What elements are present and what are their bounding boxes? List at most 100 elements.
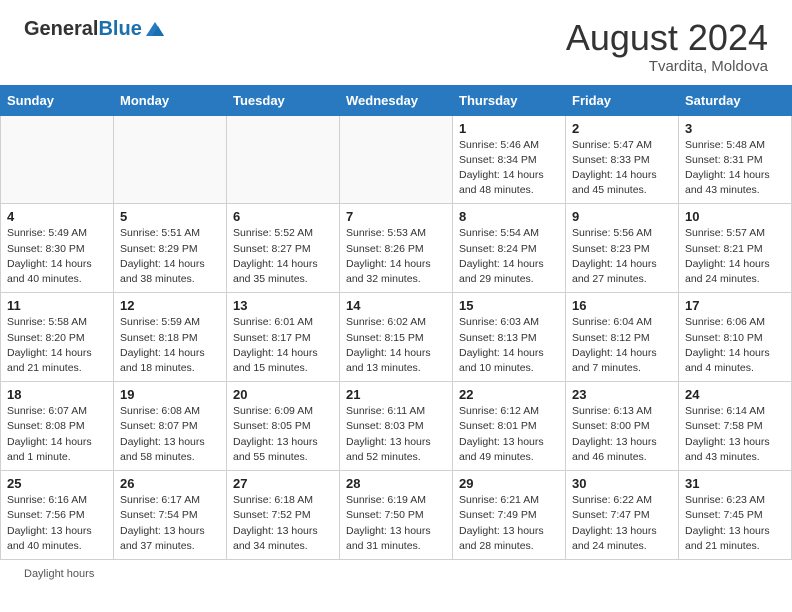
calendar-cell: 6 Sunrise: 5:52 AM Sunset: 8:27 PM Daylig… xyxy=(227,204,340,293)
calendar-cell: 18 Sunrise: 6:07 AM Sunset: 8:08 PM Dayli… xyxy=(1,382,114,471)
calendar-cell: 11Sunrise: 5:58 AM Sunset: 8:20 PM Dayli… xyxy=(1,293,114,382)
day-info: Sunrise: 6:07 AM Sunset: 8:08 PM Dayligh… xyxy=(7,404,107,465)
logo-blue-text: Blue xyxy=(98,18,141,40)
month-year-title: August 2024 xyxy=(566,18,768,58)
day-info: Sunrise: 5:48 AM Sunset: 8:31 PM Dayligh… xyxy=(685,138,785,199)
calendar-cell: 31Sunrise: 6:23 AM Sunset: 7:45 PM Dayli… xyxy=(679,471,792,560)
day-number: 23 xyxy=(572,387,672,402)
day-number: 12 xyxy=(120,298,220,313)
calendar-cell: 12 Sunrise: 5:59 AM Sunset: 8:18 PM Dayli… xyxy=(114,293,227,382)
day-number: 14 xyxy=(346,298,446,313)
day-number: 27 xyxy=(233,476,333,491)
calendar-cell: 2Sunrise: 5:47 AM Sunset: 8:33 PM Daylig… xyxy=(566,115,679,204)
calendar-cell: 5Sunrise: 5:51 AM Sunset: 8:29 PM Daylig… xyxy=(114,204,227,293)
day-number: 15 xyxy=(459,298,559,313)
calendar-cell: 24Sunrise: 6:14 AM Sunset: 7:58 PM Dayli… xyxy=(679,382,792,471)
day-info: Sunrise: 5:54 AM Sunset: 8:24 PM Dayligh… xyxy=(459,226,559,287)
day-info: Sunrise: 6:04 AM Sunset: 8:12 PM Dayligh… xyxy=(572,315,672,376)
day-info: Sunrise: 5:46 AM Sunset: 8:34 PM Dayligh… xyxy=(459,138,559,199)
location-subtitle: Tvardita, Moldova xyxy=(566,58,768,75)
day-info: Sunrise: 5:52 AM Sunset: 8:27 PM Dayligh… xyxy=(233,226,333,287)
day-number: 17 xyxy=(685,298,785,313)
weekday-header-row: SundayMondayTuesdayWednesdayThursdayFrid… xyxy=(1,85,792,115)
calendar-cell: 22 Sunrise: 6:12 AM Sunset: 8:01 PM Dayli… xyxy=(453,382,566,471)
day-number: 16 xyxy=(572,298,672,313)
logo: GeneralBlue xyxy=(24,18,166,40)
calendar-cell: 9 Sunrise: 5:56 AM Sunset: 8:23 PM Daylig… xyxy=(566,204,679,293)
day-number: 4 xyxy=(7,209,107,224)
calendar-cell: 13 Sunrise: 6:01 AM Sunset: 8:17 PM Dayli… xyxy=(227,293,340,382)
day-info: Sunrise: 6:02 AM Sunset: 8:15 PM Dayligh… xyxy=(346,315,446,376)
day-info: Sunrise: 6:03 AM Sunset: 8:13 PM Dayligh… xyxy=(459,315,559,376)
day-info: Sunrise: 6:23 AM Sunset: 7:45 PM Dayligh… xyxy=(685,493,785,554)
day-info: Sunrise: 6:13 AM Sunset: 8:00 PM Dayligh… xyxy=(572,404,672,465)
calendar-cell: 17 Sunrise: 6:06 AM Sunset: 8:10 PM Dayli… xyxy=(679,293,792,382)
day-info: Sunrise: 6:16 AM Sunset: 7:56 PM Dayligh… xyxy=(7,493,107,554)
day-number: 1 xyxy=(459,121,559,136)
calendar-cell: 19 Sunrise: 6:08 AM Sunset: 8:07 PM Dayli… xyxy=(114,382,227,471)
day-info: Sunrise: 5:57 AM Sunset: 8:21 PM Dayligh… xyxy=(685,226,785,287)
day-info: Sunrise: 5:56 AM Sunset: 8:23 PM Dayligh… xyxy=(572,226,672,287)
day-info: Sunrise: 6:18 AM Sunset: 7:52 PM Dayligh… xyxy=(233,493,333,554)
day-number: 8 xyxy=(459,209,559,224)
day-number: 18 xyxy=(7,387,107,402)
weekday-header-tuesday: Tuesday xyxy=(227,85,340,115)
calendar-cell: 23 Sunrise: 6:13 AM Sunset: 8:00 PM Dayli… xyxy=(566,382,679,471)
day-number: 30 xyxy=(572,476,672,491)
day-number: 26 xyxy=(120,476,220,491)
calendar-week-2: 4 Sunrise: 5:49 AM Sunset: 8:30 PM Daylig… xyxy=(1,204,792,293)
day-number: 10 xyxy=(685,209,785,224)
day-info: Sunrise: 5:49 AM Sunset: 8:30 PM Dayligh… xyxy=(7,226,107,287)
day-info: Sunrise: 5:53 AM Sunset: 8:26 PM Dayligh… xyxy=(346,226,446,287)
day-info: Sunrise: 6:11 AM Sunset: 8:03 PM Dayligh… xyxy=(346,404,446,465)
day-number: 22 xyxy=(459,387,559,402)
daylight-label: Daylight hours xyxy=(24,568,94,580)
day-info: Sunrise: 6:17 AM Sunset: 7:54 PM Dayligh… xyxy=(120,493,220,554)
footer: Daylight hours xyxy=(0,560,792,586)
weekday-header-monday: Monday xyxy=(114,85,227,115)
title-block: August 2024 Tvardita, Moldova xyxy=(566,18,768,75)
weekday-header-sunday: Sunday xyxy=(1,85,114,115)
calendar-cell: 7 Sunrise: 5:53 AM Sunset: 8:26 PM Daylig… xyxy=(340,204,453,293)
day-number: 25 xyxy=(7,476,107,491)
day-number: 19 xyxy=(120,387,220,402)
logo-general-text: General xyxy=(24,18,98,40)
calendar-cell: 30Sunrise: 6:22 AM Sunset: 7:47 PM Dayli… xyxy=(566,471,679,560)
calendar-cell: 27 Sunrise: 6:18 AM Sunset: 7:52 PM Dayli… xyxy=(227,471,340,560)
weekday-header-friday: Friday xyxy=(566,85,679,115)
day-info: Sunrise: 6:08 AM Sunset: 8:07 PM Dayligh… xyxy=(120,404,220,465)
page-header: GeneralBlue August 2024 Tvardita, Moldov… xyxy=(0,0,792,85)
day-number: 13 xyxy=(233,298,333,313)
day-info: Sunrise: 6:01 AM Sunset: 8:17 PM Dayligh… xyxy=(233,315,333,376)
calendar-cell: 14 Sunrise: 6:02 AM Sunset: 8:15 PM Dayli… xyxy=(340,293,453,382)
calendar-week-3: 11Sunrise: 5:58 AM Sunset: 8:20 PM Dayli… xyxy=(1,293,792,382)
day-number: 28 xyxy=(346,476,446,491)
day-info: Sunrise: 6:19 AM Sunset: 7:50 PM Dayligh… xyxy=(346,493,446,554)
calendar-cell: 15 Sunrise: 6:03 AM Sunset: 8:13 PM Dayli… xyxy=(453,293,566,382)
calendar-cell: 10 Sunrise: 5:57 AM Sunset: 8:21 PM Dayli… xyxy=(679,204,792,293)
day-info: Sunrise: 6:12 AM Sunset: 8:01 PM Dayligh… xyxy=(459,404,559,465)
day-number: 20 xyxy=(233,387,333,402)
day-info: Sunrise: 5:59 AM Sunset: 8:18 PM Dayligh… xyxy=(120,315,220,376)
day-info: Sunrise: 5:58 AM Sunset: 8:20 PM Dayligh… xyxy=(7,315,107,376)
logo-icon xyxy=(144,18,166,40)
calendar-cell: 21Sunrise: 6:11 AM Sunset: 8:03 PM Dayli… xyxy=(340,382,453,471)
day-number: 9 xyxy=(572,209,672,224)
day-number: 7 xyxy=(346,209,446,224)
weekday-header-saturday: Saturday xyxy=(679,85,792,115)
day-info: Sunrise: 6:14 AM Sunset: 7:58 PM Dayligh… xyxy=(685,404,785,465)
calendar-table: SundayMondayTuesdayWednesdayThursdayFrid… xyxy=(0,85,792,560)
day-number: 2 xyxy=(572,121,672,136)
day-number: 29 xyxy=(459,476,559,491)
calendar-cell: 25 Sunrise: 6:16 AM Sunset: 7:56 PM Dayli… xyxy=(1,471,114,560)
day-number: 3 xyxy=(685,121,785,136)
calendar-cell: 20 Sunrise: 6:09 AM Sunset: 8:05 PM Dayli… xyxy=(227,382,340,471)
calendar-cell: 29 Sunrise: 6:21 AM Sunset: 7:49 PM Dayli… xyxy=(453,471,566,560)
calendar-week-1: 1 Sunrise: 5:46 AM Sunset: 8:34 PM Daylig… xyxy=(1,115,792,204)
day-info: Sunrise: 6:21 AM Sunset: 7:49 PM Dayligh… xyxy=(459,493,559,554)
day-info: Sunrise: 6:06 AM Sunset: 8:10 PM Dayligh… xyxy=(685,315,785,376)
calendar-week-5: 25 Sunrise: 6:16 AM Sunset: 7:56 PM Dayli… xyxy=(1,471,792,560)
calendar-cell: 26 Sunrise: 6:17 AM Sunset: 7:54 PM Dayli… xyxy=(114,471,227,560)
day-number: 6 xyxy=(233,209,333,224)
day-info: Sunrise: 6:09 AM Sunset: 8:05 PM Dayligh… xyxy=(233,404,333,465)
